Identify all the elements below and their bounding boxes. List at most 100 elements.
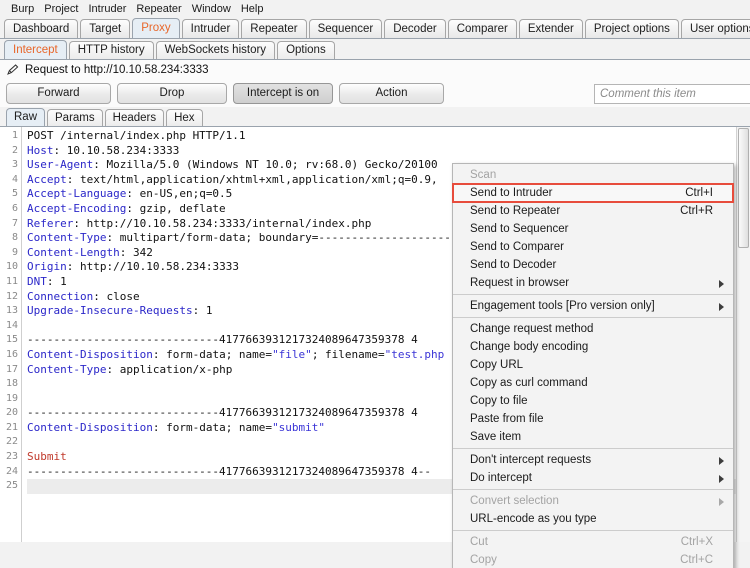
menu-item-don-t-intercept-requests[interactable]: Don't intercept requests <box>453 451 733 469</box>
menu-item-send-to-repeater[interactable]: Send to Repeater Ctrl+R <box>453 202 733 220</box>
code-token: : text/html,application/xhtml+xml,applic… <box>66 172 438 186</box>
burp-suite-window: Burp Project Intruder Repeater Window Help Da… <box>0 0 750 568</box>
menubar-item-project[interactable]: Project <box>39 2 83 16</box>
menu-separator <box>453 294 733 295</box>
code-token: User-Agent <box>27 158 94 172</box>
editor-tab-raw[interactable]: Raw <box>6 108 46 126</box>
subtab-http-history[interactable]: HTTP history <box>68 41 154 59</box>
menu-item-copy-url[interactable]: Copy URL <box>453 356 733 374</box>
code-token: -----------------------------41776639312… <box>27 406 418 420</box>
line-number: 13 <box>5 305 18 317</box>
menu-item-change-body-encoding[interactable]: Change body encoding <box>453 338 733 356</box>
menubar-item-burp[interactable]: Burp <box>6 2 39 16</box>
line-number: 9 <box>11 246 18 258</box>
menu-item-label: Don't intercept requests <box>470 454 592 466</box>
code-token: Host <box>27 143 54 157</box>
intercept-toolbar: Forward Drop Intercept is on Action Comm… <box>0 79 750 107</box>
line-number: 3 <box>11 159 18 171</box>
intercept-toggle-button[interactable]: Intercept is on <box>233 82 333 104</box>
menu-item-do-intercept[interactable]: Do intercept <box>453 469 733 487</box>
menu-item-change-request-method[interactable]: Change request method <box>453 320 733 338</box>
code-token: "test.php <box>384 347 445 361</box>
tab-target[interactable]: Target <box>80 19 131 38</box>
line-number: 4 <box>11 173 18 185</box>
message-editor-tab-bar: Raw Params Headers Hex <box>0 107 750 127</box>
menu-item-label: Copy as curl command <box>470 377 588 389</box>
menu-item-copy-to-file[interactable]: Copy to file <box>453 392 733 410</box>
editor-tab-params[interactable]: Params <box>47 109 103 126</box>
code-token: Content-Type <box>27 362 107 376</box>
drop-button[interactable]: Drop <box>117 82 227 104</box>
menubar-item-repeater[interactable]: Repeater <box>131 2 186 16</box>
editor-tab-headers[interactable]: Headers <box>104 109 165 126</box>
menu-item-engagement-tools-pro-version-only[interactable]: Engagement tools [Pro version only] <box>453 297 733 315</box>
tab-sequencer[interactable]: Sequencer <box>308 19 383 38</box>
code-token: : application/x-php <box>106 362 233 376</box>
menu-item-send-to-decoder[interactable]: Send to Decoder <box>453 256 733 274</box>
menubar-item-help[interactable]: Help <box>236 2 269 16</box>
subtab-options[interactable]: Options <box>277 41 335 59</box>
tab-decoder[interactable]: Decoder <box>384 19 446 38</box>
code-token: Origin <box>27 260 67 274</box>
tab-comparer[interactable]: Comparer <box>447 19 517 38</box>
menu-item-cut: Cut Ctrl+X <box>453 533 733 551</box>
forward-button[interactable]: Forward <box>6 82 111 104</box>
subtab-intercept[interactable]: Intercept <box>4 40 67 59</box>
submenu-arrow-icon <box>719 303 724 311</box>
menu-item-label: URL-encode as you type <box>470 513 597 525</box>
tab-user-options[interactable]: User options <box>680 19 750 38</box>
line-number: 23 <box>5 451 18 463</box>
menu-item-send-to-comparer[interactable]: Send to Comparer <box>453 238 733 256</box>
action-button[interactable]: Action <box>339 82 444 104</box>
code-token: Upgrade-Insecure-Requests <box>27 304 193 318</box>
code-token: : 342 <box>119 245 153 259</box>
line-number: 1 <box>11 130 18 141</box>
menu-item-send-to-intruder[interactable]: Send to Intruder Ctrl+I <box>452 183 734 203</box>
menu-item-label: Change body encoding <box>470 341 589 353</box>
line-number: 19 <box>5 392 18 404</box>
menu-separator <box>453 448 733 449</box>
code-line[interactable]: Host: 10.10.58.234:3333 <box>27 144 750 159</box>
menu-item-copy-as-curl-command[interactable]: Copy as curl command <box>453 374 733 392</box>
tab-proxy[interactable]: Proxy <box>132 18 180 38</box>
line-number: 25 <box>5 480 18 492</box>
request-title-row: Request to http://10.10.58.234:3333 <box>0 60 750 79</box>
code-token: DNT <box>27 274 47 288</box>
menu-item-shortcut: Ctrl+I <box>685 187 713 199</box>
code-token: : multipart/form-data; boundary=--------… <box>106 231 498 245</box>
code-token: : Mozilla/5.0 (Windows NT 10.0; rv:68.0)… <box>93 158 438 172</box>
editor-tab-hex[interactable]: Hex <box>166 109 203 126</box>
menu-item-url-encode-as-you-type[interactable]: URL-encode as you type <box>453 510 733 528</box>
subtab-websockets-history[interactable]: WebSockets history <box>155 41 276 59</box>
comment-input[interactable]: Comment this item <box>594 84 750 104</box>
context-menu: Scan Send to Intruder Ctrl+I Send to Repeat… <box>452 163 734 568</box>
line-number: 7 <box>11 217 18 229</box>
submenu-arrow-icon <box>719 280 724 288</box>
menu-item-request-in-browser[interactable]: Request in browser <box>453 274 733 292</box>
line-number: 24 <box>5 465 18 477</box>
code-token: POST /internal/index.php HTTP/1.1 <box>27 129 246 142</box>
menu-item-paste-from-file[interactable]: Paste from file <box>453 410 733 428</box>
code-token: Submit <box>27 450 67 464</box>
code-token: ; filename= <box>311 347 385 361</box>
menu-item-label: Send to Sequencer <box>470 223 569 235</box>
code-line[interactable]: POST /internal/index.php HTTP/1.1 <box>27 129 750 144</box>
tab-repeater[interactable]: Repeater <box>241 19 307 38</box>
menu-item-shortcut: Ctrl+C <box>680 554 713 566</box>
tab-dashboard[interactable]: Dashboard <box>4 19 79 38</box>
line-number: 12 <box>5 290 18 302</box>
tab-intruder[interactable]: Intruder <box>181 19 240 38</box>
code-token: -----------------------------41776639312… <box>27 333 418 347</box>
editor-vertical-scrollbar[interactable] <box>736 127 750 542</box>
tab-extender[interactable]: Extender <box>518 19 583 38</box>
menu-item-label: Send to Comparer <box>470 241 564 253</box>
menu-item-label: Convert selection <box>470 495 559 507</box>
menubar-item-intruder[interactable]: Intruder <box>84 2 132 16</box>
menubar-item-window[interactable]: Window <box>187 2 236 16</box>
menu-item-label: Request in browser <box>470 277 570 289</box>
menu-item-send-to-sequencer[interactable]: Send to Sequencer <box>453 220 733 238</box>
scrollbar-thumb[interactable] <box>738 128 749 248</box>
tab-project-options[interactable]: Project options <box>584 19 679 38</box>
menu-item-label: Engagement tools [Pro version only] <box>470 300 655 312</box>
menu-item-save-item[interactable]: Save item <box>453 428 733 446</box>
